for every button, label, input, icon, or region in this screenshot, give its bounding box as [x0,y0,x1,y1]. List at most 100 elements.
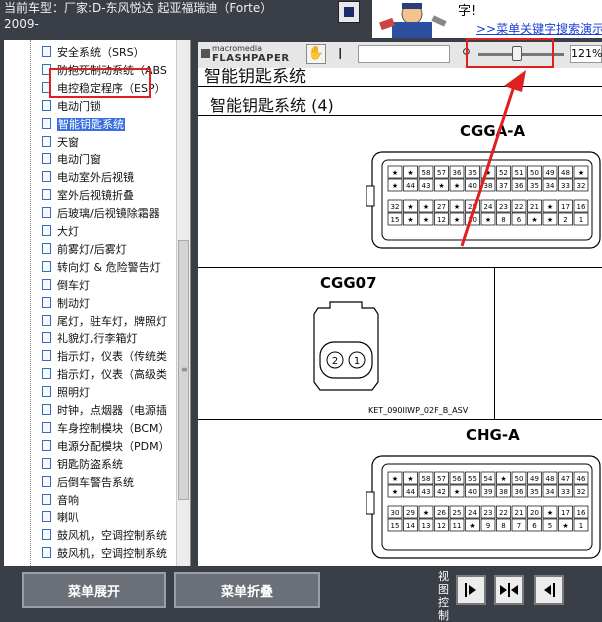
tree-item-label: 鼓风机，空调控制系统 [57,547,167,561]
pin-number: 17 [561,509,570,517]
pin-number: ★ [547,203,553,211]
tree-item-label: 倒车灯 [57,278,90,292]
tree-item[interactable]: 安全系统（SRS） [42,44,145,62]
document-icon [42,153,51,165]
arrow-right-icon [465,583,476,597]
tree-item[interactable]: 鼓风机，空调控制系统 [42,527,167,545]
pin-number: 15 [391,522,400,530]
view-split-button[interactable] [494,575,524,605]
menu-collapse-button[interactable]: 菜单折叠 [174,572,320,608]
tree-item-label: 钥匙防盗系统 [57,457,123,471]
tree-item[interactable]: 喇叭 [42,509,79,527]
pin-number: 33 [561,488,570,496]
tree-item[interactable]: 前雾灯/后雾灯 [42,241,127,259]
pin-number: ★ [392,475,398,483]
tree-item[interactable]: 电动门锁 [42,98,101,116]
document-icon [42,46,51,57]
pin-number: 55 [468,475,477,483]
tree-item-label: 后玻璃/后视镜除霜器 [57,207,160,221]
view-left-button[interactable] [534,575,564,605]
pin-number: ★ [392,488,398,496]
tree-item[interactable]: 尾灯，驻车灯，牌照灯 [42,313,167,331]
pin-number: ★ [423,203,429,211]
tree-item-label: 指示灯，仪表（传统类 [57,350,167,364]
keyword-search-demo-link[interactable]: >>菜单关键字搜索演示 [476,20,602,37]
tree-item-label: 鼓风机，空调控制系统 [57,529,167,543]
tree-item[interactable]: 照明灯 [42,384,90,402]
pin-number: 38 [484,182,493,190]
hand-tool-icon[interactable]: ✋ [306,44,326,64]
pin-number: 39 [484,488,493,496]
tree-item-label: 电源分配模块（PDM） [57,439,170,453]
pin-number: ★ [438,182,444,190]
header-nav-button[interactable] [338,1,360,23]
pin-number: 36 [453,169,462,177]
tree-item[interactable]: 礼貌灯,行李箱灯 [42,330,138,348]
pin-number: 1 [579,522,583,530]
tree-item[interactable]: 指示灯，仪表（传统类 [42,348,167,366]
tree-item-label: 电动室外后视镜 [57,171,134,185]
pin-number: 33 [561,182,570,190]
tree-item[interactable]: 鼓风机，空调控制系统 [42,545,167,563]
zoom-percentage[interactable]: 121% [570,45,602,63]
pin-number: ★ [423,509,429,517]
pin-number: 52 [499,169,508,177]
pin-number: ★ [562,522,568,530]
tree-item[interactable]: 后倒车警告系统 [42,474,134,492]
tree-item-label: 后倒车警告系统 [57,475,134,489]
scrollbar-thumb[interactable]: ≡ [178,240,189,500]
tree-item[interactable]: 制动灯 [42,295,90,313]
tree-item[interactable]: 转向灯 & 危险警告灯 [42,259,161,277]
tree-item[interactable]: 天窗 [42,134,79,152]
document-icon [42,189,51,201]
search-input[interactable] [358,45,450,63]
document-icon [42,260,51,272]
tree-item[interactable]: 电动门窗 [42,151,101,169]
tree-item-label: 电动门窗 [57,153,101,167]
tree-item[interactable]: 电源分配模块（PDM） [42,438,170,456]
document-icon [42,117,51,129]
text-select-icon[interactable]: I [338,45,342,63]
pin-number: 56 [453,475,462,483]
document-icon [42,296,51,308]
pin-number: 6 [532,522,537,530]
document-icon [42,225,51,236]
tree-item[interactable]: 室外后视镜折叠 [42,187,134,205]
pin-number: 24 [484,203,493,211]
tree-item[interactable]: 指示灯，仪表（高级类 [42,366,167,384]
page-title: 智能钥匙系统 (4) [210,96,334,115]
zoom-annotation-box [466,38,554,68]
pin-number: 40 [468,182,477,190]
tree-item[interactable]: 倒车灯 [42,277,90,295]
view-right-button[interactable] [456,575,486,605]
tree-item[interactable]: 时钟，点烟器（电源插 [42,402,167,420]
pin-number: 17 [561,203,570,211]
document-icon [42,404,51,415]
document-viewer[interactable]: 智能钥匙系统 智能钥匙系统 (4) CGGA-A ★ ★ 58 57 36 35 ★ 52 51… [198,68,602,566]
tree-scrollbar[interactable]: ≡ [176,40,190,566]
pin-number: 8 [501,216,505,224]
tree-item[interactable]: 车身控制模块（BCM） [42,420,170,438]
tree-item[interactable]: 智能钥匙系统 [42,116,125,134]
tree-item[interactable]: 音响 [42,492,79,510]
menu-expand-button[interactable]: 菜单展开 [22,572,166,608]
search-demo-banner[interactable]: 字! >>菜单关键字搜索演示 [372,0,602,38]
document-icon [42,511,51,523]
document-icon [42,547,51,559]
tree-item[interactable]: 后玻璃/后视镜除霜器 [42,205,160,223]
nav-square-icon [344,7,354,17]
document-icon [42,314,51,326]
pin-number: 49 [546,169,555,177]
tree-item[interactable]: 大灯 [42,223,79,241]
tree-item[interactable]: 钥匙防盗系统 [42,456,123,474]
document-icon [42,99,51,111]
pin-number: ★ [392,169,398,177]
pin-number: 46 [577,475,586,483]
pin-number: 40 [468,488,477,496]
pin-number: ★ [454,182,460,190]
tree-item-label: 室外后视镜折叠 [57,189,134,203]
current-model-title: 当前车型：厂家:D-东风悦达 起亚福瑞迪（Forte） [4,1,273,15]
tree-item[interactable]: 电动室外后视镜 [42,169,134,187]
pin-number: 43 [422,182,431,190]
pin-number: 16 [577,509,586,517]
